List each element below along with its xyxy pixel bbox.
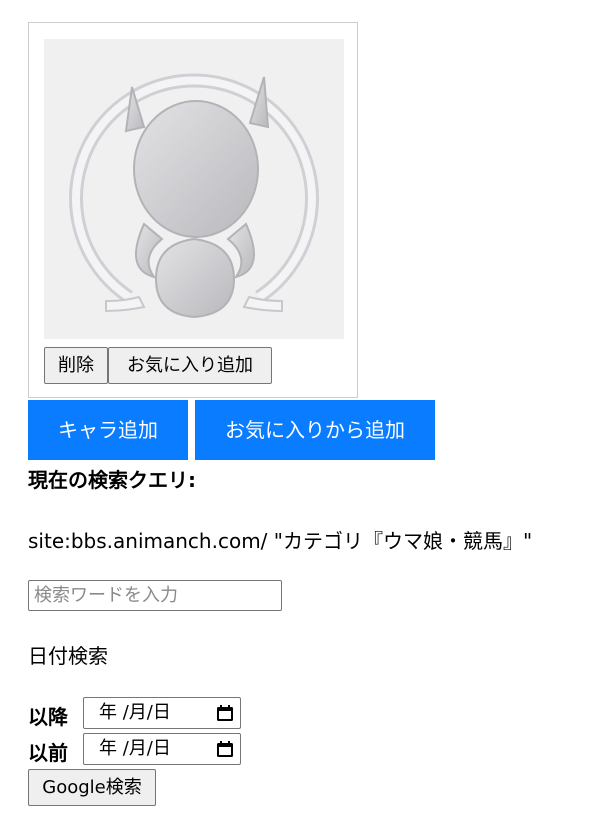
before-date-placeholder: 年 /月/日 (99, 738, 171, 759)
after-date-input[interactable]: 年 /月/日 (83, 697, 241, 729)
add-character-button[interactable]: キャラ追加 (28, 400, 188, 460)
after-label: 以降 (28, 705, 68, 729)
before-date-input[interactable]: 年 /月/日 (83, 733, 241, 765)
after-date-placeholder: 年 /月/日 (99, 702, 171, 723)
google-search-button[interactable]: Google検索 (28, 769, 156, 806)
query-heading: 現在の検索クエリ: (28, 468, 196, 492)
add-from-favorites-button[interactable]: お気に入りから追加 (195, 400, 435, 460)
search-input[interactable] (28, 580, 282, 611)
query-value: site:bbs.animanch.com/ "カテゴリ『ウマ娘・競馬』" (28, 529, 533, 553)
date-search-heading: 日付検索 (28, 644, 108, 668)
avatar (44, 39, 344, 339)
before-label: 以前 (28, 741, 68, 765)
delete-button[interactable]: 削除 (44, 347, 108, 384)
calendar-icon[interactable] (216, 740, 234, 758)
character-card: 削除 お気に入り追加 (28, 22, 358, 398)
default-avatar-icon (69, 73, 319, 319)
add-favorite-button[interactable]: お気に入り追加 (108, 347, 272, 384)
calendar-icon[interactable] (216, 704, 234, 722)
